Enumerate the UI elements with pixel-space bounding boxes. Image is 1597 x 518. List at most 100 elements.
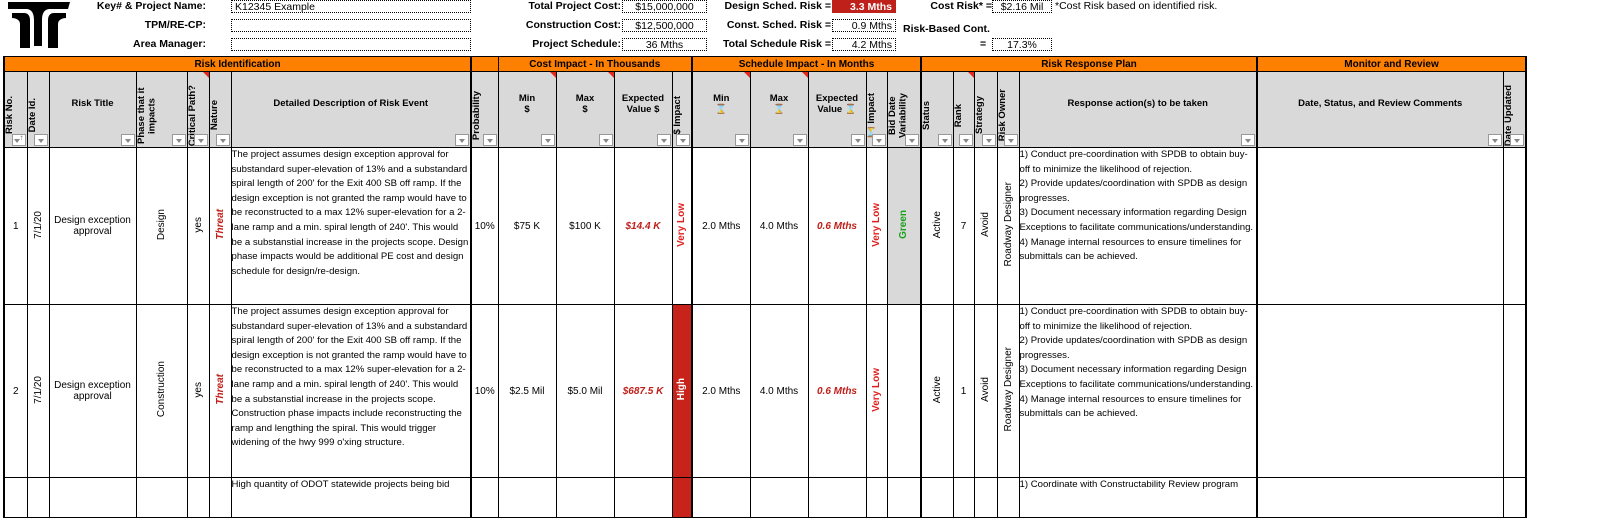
nature-cell[interactable] [208, 477, 232, 518]
cost-impact-cell[interactable] [671, 477, 693, 518]
probability-cell[interactable] [470, 477, 499, 518]
filter-button[interactable] [676, 134, 690, 146]
project-name-field[interactable]: K12345 Example [231, 0, 471, 13]
response-cell[interactable]: 1) Coordinate with Constructability Revi… [1018, 477, 1258, 518]
cost-impact-cell[interactable]: High [671, 304, 693, 478]
filter-button[interactable] [792, 134, 807, 146]
response-cell[interactable]: 1) Conduct pre-coordination with SPDB to… [1018, 147, 1258, 305]
filter-button[interactable] [540, 134, 555, 146]
updated-cell[interactable] [1502, 304, 1527, 478]
filter-button[interactable] [598, 134, 613, 146]
review-cell[interactable] [1256, 304, 1504, 478]
cost-min-cell[interactable] [497, 477, 557, 518]
cost-ev-cell[interactable]: $14.4 K [613, 147, 673, 305]
sched-impact-cell[interactable] [865, 477, 888, 518]
nature-cell[interactable]: Threat [208, 147, 232, 305]
strategy-cell[interactable] [973, 477, 998, 518]
filter-button[interactable] [734, 134, 749, 146]
filter-button[interactable] [905, 134, 919, 146]
critical-path-cell[interactable]: yes [186, 304, 210, 478]
construction-cost-field[interactable]: $12,500,000 [622, 19, 707, 32]
phase-cell[interactable]: Design [135, 147, 188, 305]
sched-min-cell[interactable]: 2.0 Mths [691, 147, 751, 305]
date-id-cell[interactable]: 7/1/20 [26, 304, 50, 478]
description-cell[interactable]: The project assumes design exception app… [230, 147, 472, 305]
status-cell[interactable]: Active [920, 147, 954, 305]
response-cell[interactable]: 1) Conduct pre-coordination with SPDB to… [1018, 304, 1258, 478]
risk-no-cell[interactable]: 2 [3, 304, 28, 478]
rank-cell[interactable]: 7 [952, 147, 975, 305]
risk-title-cell[interactable]: Design exception approval [48, 304, 137, 478]
filter-button[interactable] [33, 134, 48, 146]
cost-max-cell[interactable]: $100 K [555, 147, 615, 305]
critical-path-cell[interactable]: yes [186, 147, 210, 305]
status-cell[interactable] [920, 477, 954, 518]
owner-cell[interactable] [996, 477, 1020, 518]
owner-cell[interactable]: Roadway Designer [996, 147, 1020, 305]
phase-cell[interactable] [135, 477, 188, 518]
review-cell[interactable] [1256, 147, 1504, 305]
sched-max-cell[interactable]: 4.0 Mths [749, 147, 809, 305]
description-cell[interactable]: High quantity of ODOT statewide projects… [230, 477, 472, 518]
probability-cell[interactable]: 10% [470, 147, 499, 305]
filter-button[interactable] [656, 134, 671, 146]
cost-ev-cell[interactable] [613, 477, 673, 518]
strategy-cell[interactable]: Avoid [973, 147, 998, 305]
cost-max-cell[interactable]: $5.0 Mil [555, 304, 615, 478]
description-cell[interactable]: The project assumes design exception app… [230, 304, 472, 478]
cost-min-cell[interactable]: $2.5 Mil [497, 304, 557, 478]
filter-button[interactable] [850, 134, 865, 146]
filter-button[interactable] [1241, 134, 1255, 146]
filter-button[interactable] [981, 134, 996, 146]
strategy-cell[interactable]: Avoid [973, 304, 998, 478]
risk-title-cell[interactable]: Design exception approval [48, 147, 137, 305]
updated-cell[interactable] [1502, 147, 1527, 305]
filter-button[interactable] [455, 134, 469, 146]
date-id-cell[interactable] [26, 477, 50, 518]
cost-impact-cell[interactable]: Very Low [671, 147, 693, 305]
total-project-cost-field[interactable]: $15,000,000 [622, 0, 707, 13]
owner-cell[interactable]: Roadway Designer [996, 304, 1020, 478]
review-cell[interactable] [1256, 477, 1504, 518]
date-id-cell[interactable]: 7/1/20 [26, 147, 50, 305]
cost-min-cell[interactable]: $75 K [497, 147, 557, 305]
filter-button[interactable] [482, 134, 497, 146]
filter-button[interactable] [958, 134, 973, 146]
rank-cell[interactable]: 1 [952, 304, 975, 478]
risk-title-cell[interactable] [48, 477, 137, 518]
sched-ev-cell[interactable]: 0.6 Mths [807, 304, 867, 478]
sched-min-cell[interactable] [691, 477, 751, 518]
sched-impact-cell[interactable]: Very Low [865, 147, 888, 305]
bid-date-cell[interactable] [886, 304, 922, 478]
sched-max-cell[interactable] [749, 477, 809, 518]
sched-ev-cell[interactable] [807, 477, 867, 518]
sched-min-cell[interactable]: 2.0 Mths [691, 304, 751, 478]
cost-ev-cell[interactable]: $687.5 K [613, 304, 673, 478]
filter-button[interactable] [1510, 134, 1524, 146]
sched-ev-cell[interactable]: 0.6 Mths [807, 147, 867, 305]
rank-cell[interactable] [952, 477, 975, 518]
updated-cell[interactable] [1502, 477, 1527, 518]
filter-button[interactable] [171, 134, 186, 146]
project-schedule-field[interactable]: 36 Mths [622, 38, 707, 51]
sched-impact-cell[interactable]: Very Low [865, 304, 888, 478]
nature-cell[interactable]: Threat [208, 304, 232, 478]
bid-date-cell[interactable]: Green [886, 147, 922, 305]
phase-cell[interactable]: Construction [135, 304, 188, 478]
sched-max-cell[interactable]: 4.0 Mths [749, 304, 809, 478]
risk-no-cell[interactable] [3, 477, 28, 518]
tpm-field[interactable] [231, 19, 471, 32]
filter-button[interactable] [193, 134, 208, 146]
sort-filter-button[interactable] [11, 133, 26, 146]
bid-date-cell[interactable] [886, 477, 922, 518]
risk-no-cell[interactable]: 1 [3, 147, 28, 305]
filter-button[interactable] [871, 134, 886, 146]
filter-button[interactable] [215, 134, 230, 146]
filter-button[interactable] [937, 134, 952, 146]
probability-cell[interactable]: 10% [470, 304, 499, 478]
filter-button[interactable] [1003, 134, 1018, 146]
filter-button[interactable] [1487, 134, 1502, 146]
area-manager-field[interactable] [231, 38, 471, 51]
cost-max-cell[interactable] [555, 477, 615, 518]
filter-button[interactable] [120, 134, 135, 146]
